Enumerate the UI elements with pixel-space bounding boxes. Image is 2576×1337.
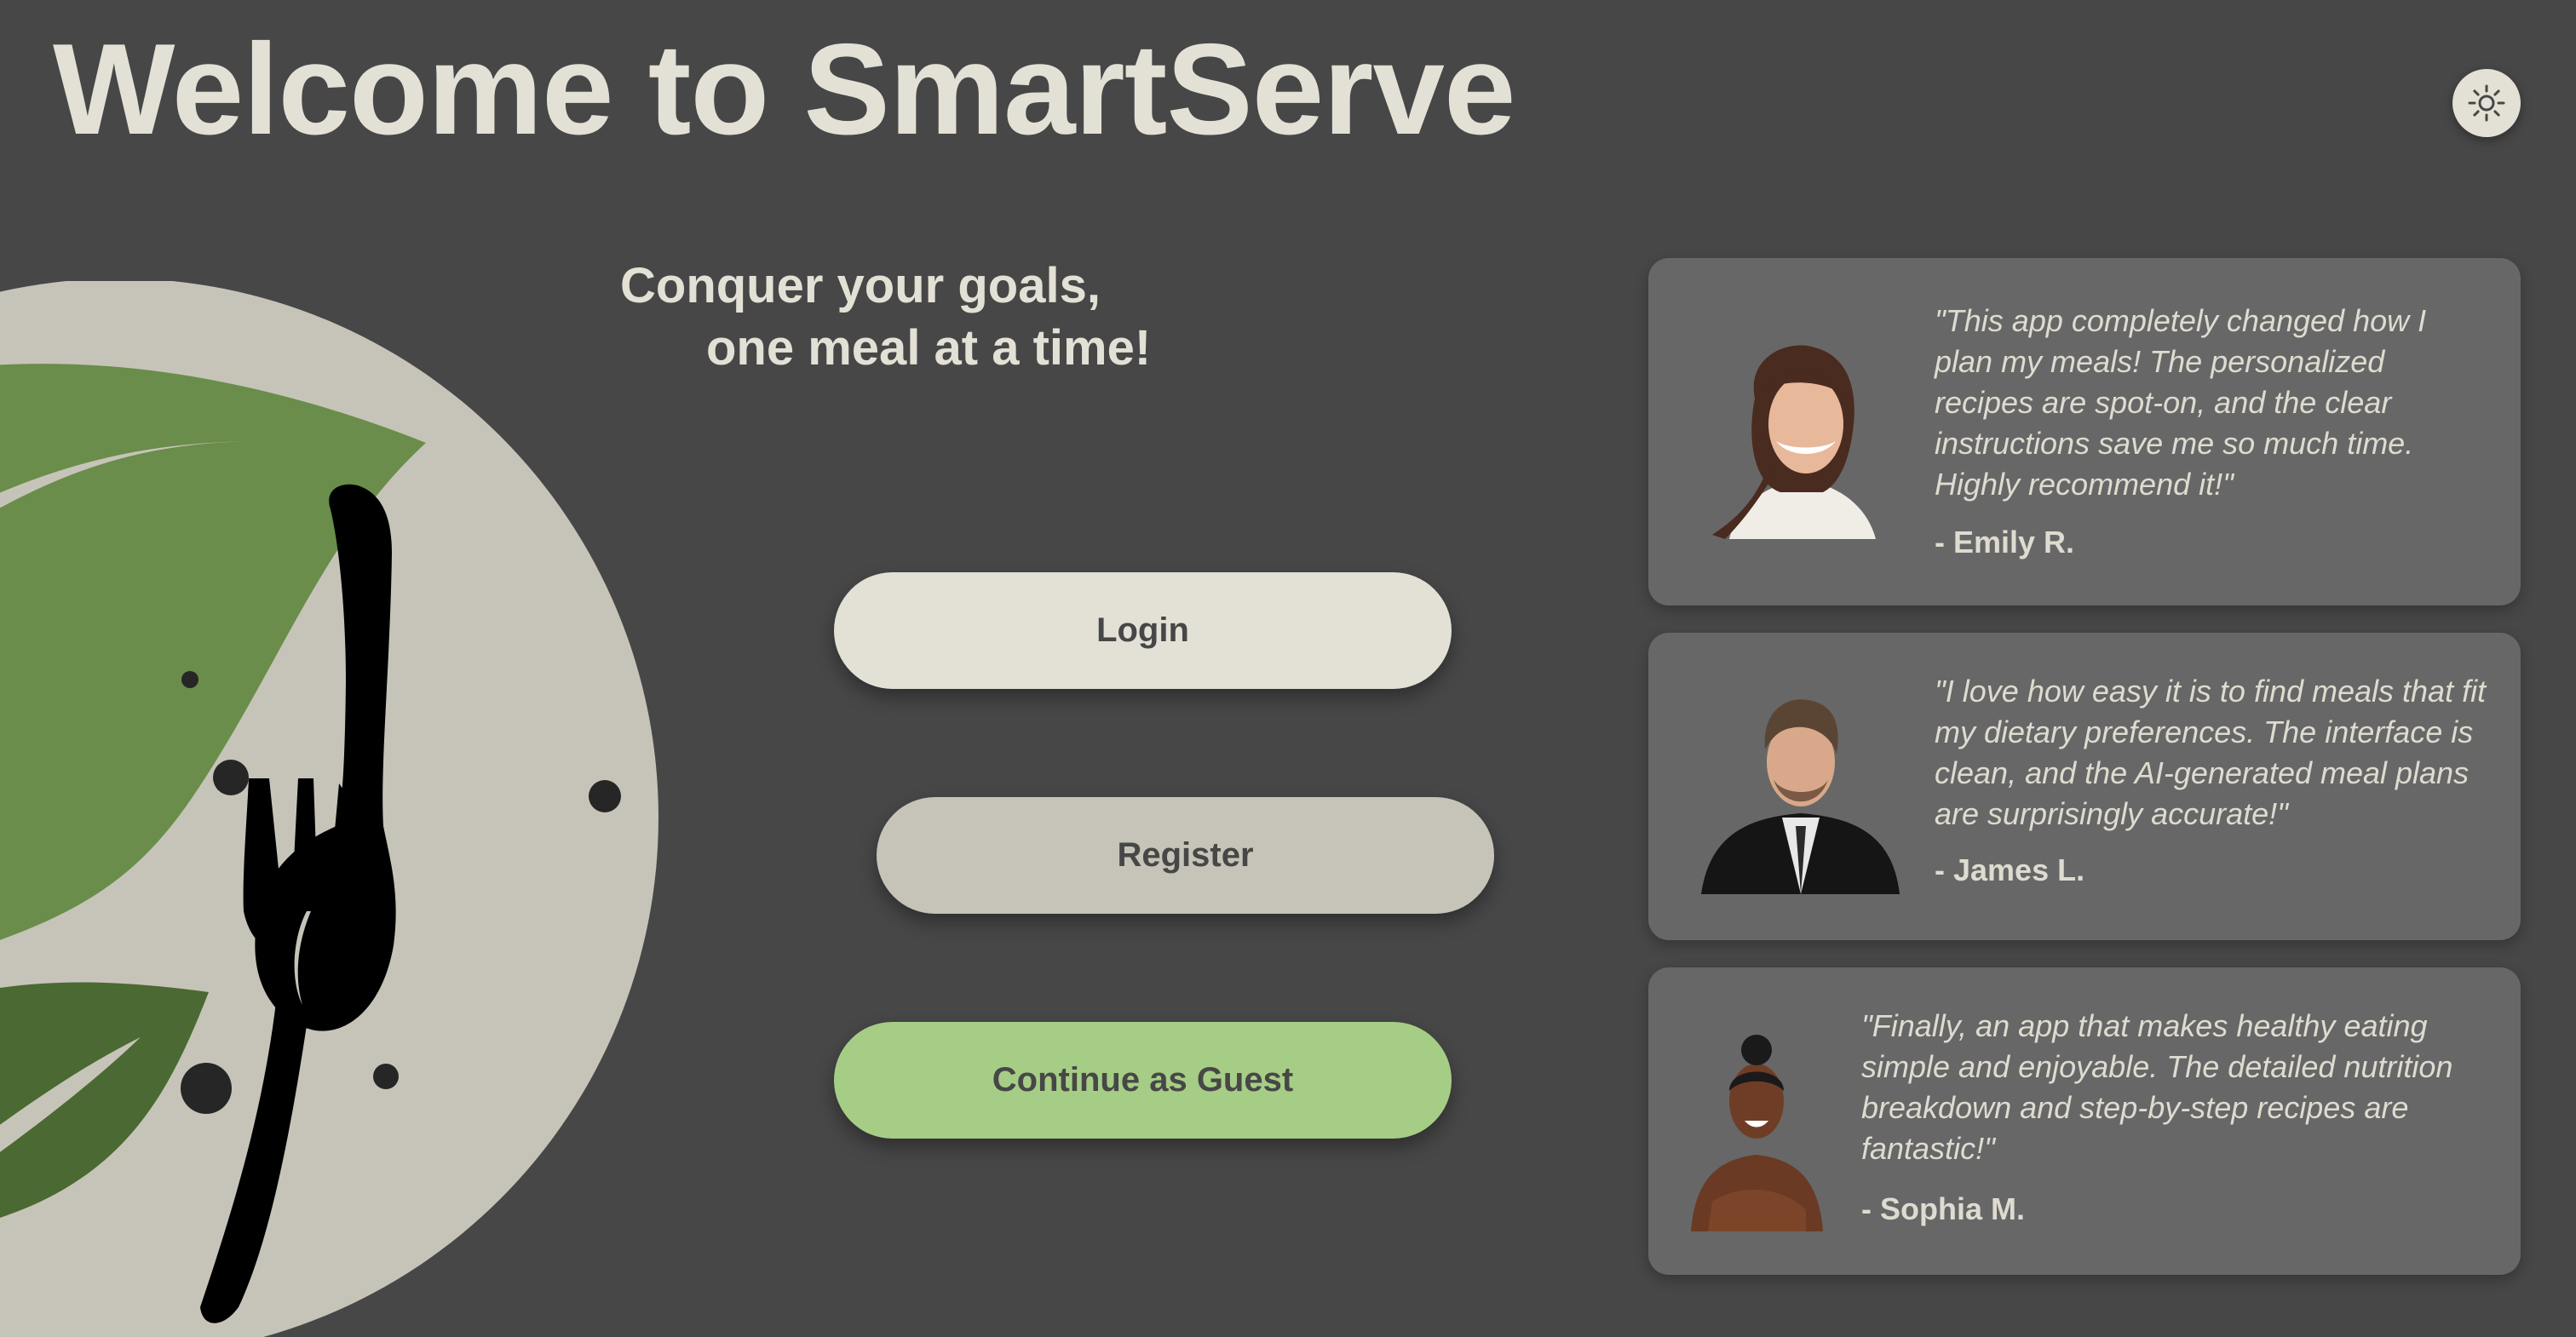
avatar <box>1712 345 1876 539</box>
tagline-line-1: Conquer your goals, <box>620 258 1101 313</box>
crumb-dot <box>181 1063 232 1114</box>
testimonial-card: "Finally, an app that makes healthy eati… <box>1648 967 2521 1275</box>
sun-icon <box>2468 84 2505 122</box>
avatar <box>1691 1035 1823 1231</box>
crumb-dot <box>213 760 249 795</box>
testimonial-card: "This app completely changed how I plan … <box>1648 258 2521 605</box>
continue-as-guest-button[interactable]: Continue as Guest <box>834 1022 1452 1139</box>
testimonial-author: - Emily R. <box>1935 525 2075 559</box>
crumb-dot <box>589 780 621 812</box>
login-button[interactable]: Login <box>834 572 1452 689</box>
avatar <box>1701 699 1900 894</box>
smartserve-logo <box>0 281 658 1337</box>
testimonial-quote: "This app completely changed how I plan … <box>1935 303 2427 502</box>
testimonial-card: "I love how easy it is to find meals tha… <box>1648 633 2521 940</box>
page-title: Welcome to SmartServe <box>53 17 1515 162</box>
testimonial-quote: "I love how easy it is to find meals tha… <box>1935 674 2487 831</box>
tagline: Conquer your goals, one meal at a time! <box>620 255 1151 379</box>
testimonial-author: - Sophia M. <box>1861 1191 2025 1226</box>
register-button[interactable]: Register <box>877 797 1494 914</box>
testimonial-quote: "Finally, an app that makes healthy eati… <box>1861 1008 2453 1166</box>
theme-toggle-button[interactable] <box>2452 69 2521 137</box>
testimonial-author: - James L. <box>1935 852 2085 887</box>
tagline-line-2: one meal at a time! <box>706 319 1152 376</box>
crumb-dot <box>373 1064 399 1089</box>
crumb-dot <box>181 671 198 688</box>
